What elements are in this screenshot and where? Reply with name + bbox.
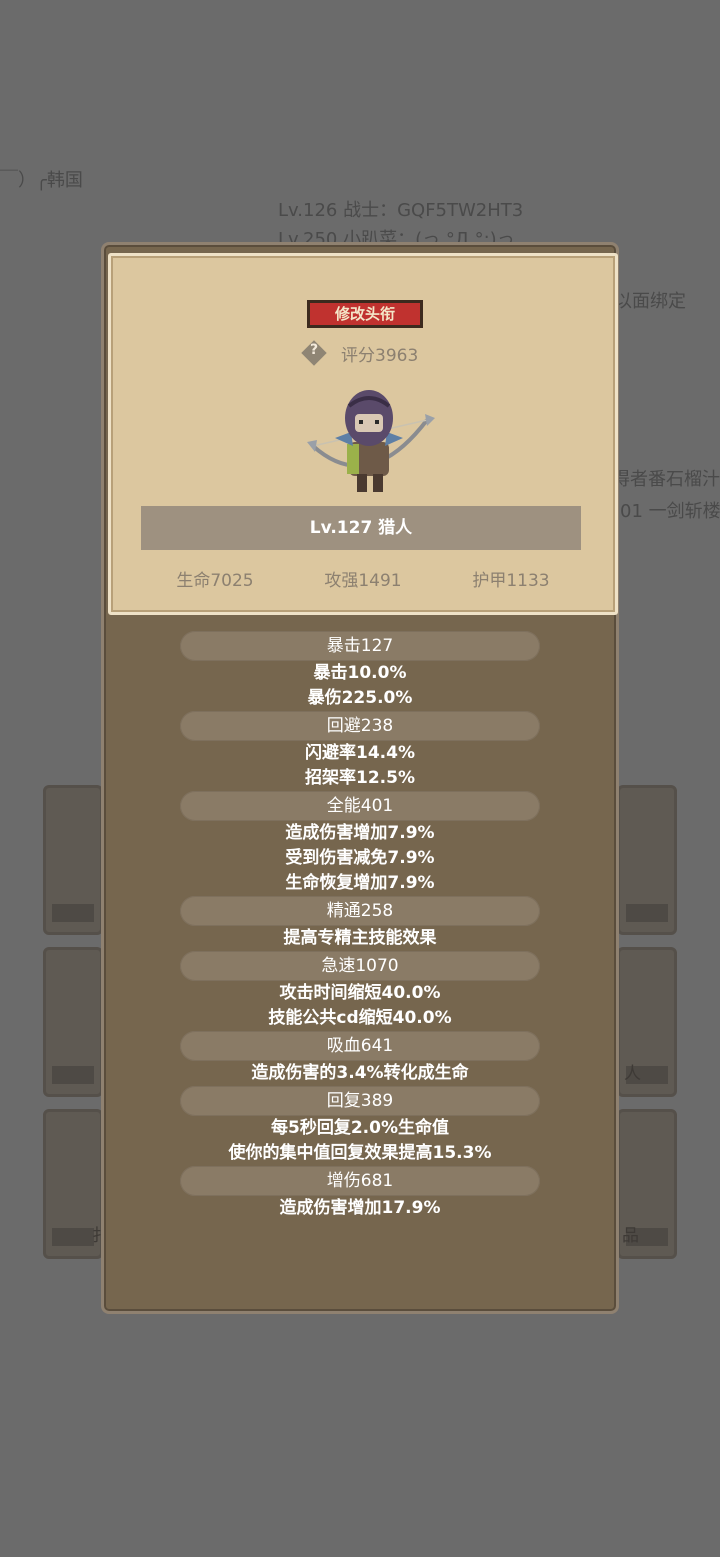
attribute-detail: 招架率12.5%: [305, 768, 415, 788]
attribute-detail: 受到伤害减免7.9%: [285, 848, 435, 868]
attribute-header: 回避238: [180, 711, 540, 741]
bg-card-label: 人: [624, 1064, 641, 1084]
bg-text-sword: 01 一剑斩楼: [620, 501, 720, 522]
stat-armor: 护甲1133: [472, 571, 550, 591]
attribute-detail: 闪避率14.4%: [305, 743, 415, 763]
attribute-header: 暴击127: [180, 631, 540, 661]
edit-title-button[interactable]: 修改头衔: [307, 300, 423, 328]
attribute-header: 吸血641: [180, 1031, 540, 1061]
profile-card: 修改头衔 ? 评分3963 Lv.127 猎人 生命7025 攻强1491 护甲…: [108, 253, 618, 615]
attribute-header: 增伤681: [180, 1166, 540, 1196]
character-stats-modal: 修改头衔 ? 评分3963 Lv.127 猎人 生命7025 攻强1491 护甲…: [101, 242, 619, 1314]
help-icon[interactable]: ?: [301, 340, 327, 366]
score-row: ? 评分3963: [301, 340, 418, 366]
bg-equip-slot: [617, 785, 677, 935]
attribute-detail: 提高专精主技能效果: [283, 928, 437, 948]
score-text: 评分3963: [341, 345, 419, 366]
attribute-detail: 生命恢复增加7.9%: [285, 873, 435, 893]
attribute-detail: 暴击10.0%: [313, 663, 407, 683]
stat-attack-power: 攻强1491: [324, 571, 402, 591]
bg-card-label: 品: [622, 1226, 639, 1246]
attribute-header: 回复389: [180, 1086, 540, 1116]
attribute-header: 精通258: [180, 896, 540, 926]
attribute-detail: 造成伤害增加7.9%: [285, 823, 435, 843]
character-name-banner: Lv.127 猎人: [141, 506, 581, 550]
base-stats-row: 生命7025 攻强1491 护甲1133: [111, 566, 615, 594]
help-icon-glyph: ?: [309, 342, 319, 358]
bg-equip-slot: 扌: [43, 1109, 109, 1259]
bg-text-bind: 以面绑定: [614, 291, 686, 312]
bg-text-warrior: Lv.126 战士：GQF5TW2HT3: [278, 200, 524, 221]
attribute-header: 急速1070: [180, 951, 540, 981]
attribute-detail: 造成伤害的3.4%转化成生命: [251, 1063, 469, 1083]
bg-equip-slot: 人: [617, 947, 677, 1097]
bg-text-korea: ￣）╭韩国: [0, 170, 83, 191]
stat-hp: 生命7025: [176, 571, 254, 591]
bg-equip-slot: 品: [617, 1109, 677, 1259]
bg-equip-slot: [43, 947, 103, 1097]
attribute-header: 全能401: [180, 791, 540, 821]
bg-text-guava: 得者番石榴汁: [612, 469, 720, 490]
attribute-detail: 暴伤225.0%: [307, 688, 413, 708]
attribute-detail: 造成伤害增加17.9%: [279, 1198, 441, 1218]
attribute-detail: 每5秒回复2.0%生命值: [271, 1118, 449, 1138]
attribute-detail: 攻击时间缩短40.0%: [279, 983, 441, 1003]
attribute-detail: 使你的集中值回复效果提高15.3%: [228, 1143, 492, 1163]
bg-equip-slot: [43, 785, 103, 935]
attribute-detail: 技能公共cd缩短40.0%: [268, 1008, 452, 1028]
hunter-avatar: [307, 390, 435, 492]
attribute-list: 暴击127 暴击10.0% 暴伤225.0% 回避238 闪避率14.4% 招架率12.5…: [104, 631, 616, 1221]
